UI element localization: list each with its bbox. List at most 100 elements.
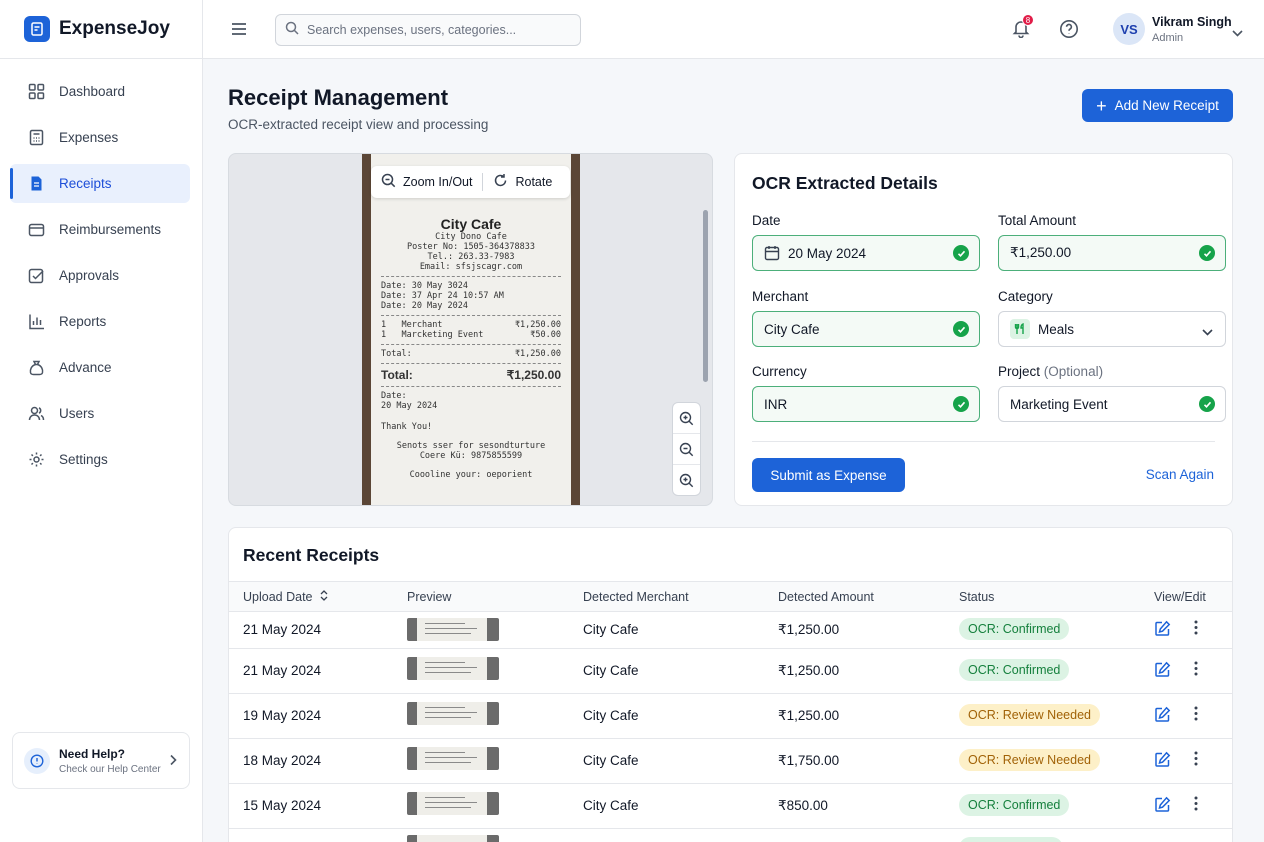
table-row[interactable]: 15 May 2024 City Cafe ₹850.00 OCR: Confirme… — [229, 784, 1232, 829]
total-amount-value: ₹1,250.00 — [1010, 245, 1072, 260]
receipt-date-line: Date: 30 May 3024 — [371, 281, 571, 291]
receipt-thumbnail[interactable] — [407, 657, 499, 680]
add-new-receipt-button[interactable]: + Add New Receipt — [1082, 89, 1233, 122]
receipt-thumbnail[interactable] — [407, 835, 499, 842]
receipt-thumbnail[interactable] — [407, 618, 499, 641]
edit-icon[interactable] — [1154, 620, 1171, 640]
avatar[interactable]: VS — [1113, 13, 1145, 45]
scan-again-link[interactable]: Scan Again — [1146, 467, 1214, 482]
table-row[interactable]: 21 May 2024 City Cafe ₹1,250.00 OCR: Confir… — [229, 649, 1232, 694]
document-icon — [27, 175, 45, 193]
rotate-button[interactable]: Rotate — [483, 173, 562, 191]
date-field[interactable]: 20 May 2024 — [752, 235, 980, 271]
thumbnail-line — [425, 712, 477, 713]
sidebar-item-label: Expenses — [59, 130, 119, 145]
chevron-down-icon — [1202, 324, 1213, 339]
column-upload-date-label: Upload Date — [243, 590, 313, 604]
total-amount-field[interactable]: ₹1,250.00 — [998, 235, 1226, 271]
hamburger-menu-icon[interactable] — [230, 20, 248, 38]
status-badge-partial — [959, 837, 1063, 842]
column-view-edit: View/Edit — [1154, 590, 1206, 604]
recent-receipts-panel: Recent Receipts Upload Date Preview Dete… — [228, 527, 1233, 842]
recent-receipts-title: Recent Receipts — [243, 545, 380, 565]
thumbnail-line — [425, 807, 471, 808]
row-upload-date: 15 May 2024 — [243, 798, 322, 813]
search-input[interactable] — [307, 23, 567, 37]
sidebar-item-dashboard[interactable]: Dashboard — [10, 72, 190, 111]
receipt-date-text: Date: 20 May 2024 — [381, 301, 468, 311]
status-badge: OCR: Confirmed — [959, 659, 1070, 681]
thumbnail-paper — [417, 618, 487, 641]
more-vertical-icon[interactable] — [1194, 796, 1198, 814]
user-name[interactable]: Vikram Singh — [1152, 15, 1232, 29]
ocr-divider — [752, 441, 1215, 442]
more-vertical-icon[interactable] — [1194, 661, 1198, 679]
project-field[interactable]: Marketing Event — [998, 386, 1226, 422]
zoom-in-icon[interactable] — [673, 403, 700, 434]
help-question-icon[interactable] — [1059, 19, 1079, 39]
receipt-header-line: Email: sfsjscagr.com — [419, 262, 523, 272]
column-status: Status — [959, 590, 995, 604]
row-upload-date: 21 May 2024 — [243, 663, 322, 678]
receipt-header-line: Poster No: 1505-364378833 — [407, 242, 535, 252]
grid-icon — [27, 83, 45, 101]
more-vertical-icon[interactable] — [1194, 620, 1198, 638]
table-row[interactable]: 19 May 2024 City Cafe ₹1,250.00 OCR: Review… — [229, 694, 1232, 739]
receipt-divider — [381, 363, 561, 364]
ocr-details-panel: OCR Extracted Details Date 20 May 2024 T… — [734, 153, 1233, 506]
status-badge: OCR: Confirmed — [959, 794, 1070, 816]
table-row[interactable]: 18 May 2024 City Cafe ₹1,750.00 OCR: Review… — [229, 739, 1232, 784]
edit-icon[interactable] — [1154, 751, 1171, 771]
thumbnail-line — [425, 802, 477, 803]
zoom-in-out-button[interactable]: Zoom In/Out — [371, 173, 482, 191]
row-amount: ₹1,250.00 — [778, 708, 840, 723]
viewer-scrollbar[interactable] — [703, 210, 708, 382]
receipt-thumbnail[interactable] — [407, 792, 499, 815]
category-select[interactable]: Meals — [998, 311, 1226, 347]
sidebar: ExpenseJoy Dashboard Expenses Receipts R… — [0, 0, 203, 842]
sidebar-item-expenses[interactable]: Expenses — [10, 118, 190, 157]
zoom-out-icon[interactable] — [673, 434, 700, 465]
table-row[interactable]: 21 May 2024 City Cafe ₹1,250.00 OCR: Confir… — [229, 612, 1232, 649]
sidebar-item-reimbursements[interactable]: Reimbursements — [10, 210, 190, 249]
checkbox-icon — [27, 267, 45, 285]
more-vertical-icon[interactable] — [1194, 751, 1198, 769]
table-row-partial[interactable] — [229, 829, 1232, 842]
sidebar-item-approvals[interactable]: Approvals — [10, 256, 190, 295]
receipt-date-text: Date: 30 May 3024 — [381, 281, 468, 291]
sidebar-item-settings[interactable]: Settings — [10, 440, 190, 479]
zoom-fit-icon[interactable] — [673, 465, 700, 496]
currency-field[interactable]: INR — [752, 386, 980, 422]
help-card[interactable]: Need Help? Check our Help Center — [12, 732, 190, 789]
column-detected-amount: Detected Amount — [778, 590, 874, 604]
receipt-thumbnail[interactable] — [407, 747, 499, 770]
receipt-date-line: Date: 20 May 2024 — [371, 301, 571, 311]
receipt-subtotal-value: ₹1,250.00 — [514, 349, 561, 359]
sidebar-item-label: Users — [59, 406, 95, 421]
chevron-down-icon[interactable] — [1232, 24, 1243, 42]
sidebar-item-receipts[interactable]: Receipts — [10, 164, 190, 203]
currency-value: INR — [764, 396, 788, 412]
brand[interactable]: ExpenseJoy — [0, 0, 202, 59]
notification-bell-icon[interactable]: 8 — [1011, 14, 1034, 40]
edit-icon[interactable] — [1154, 661, 1171, 681]
sidebar-item-advance[interactable]: Advance — [10, 348, 190, 387]
user-role: Admin — [1152, 32, 1184, 44]
thumbnail-line — [425, 662, 465, 663]
more-vertical-icon[interactable] — [1194, 706, 1198, 724]
merchant-label: Merchant — [752, 289, 809, 304]
sidebar-item-users[interactable]: Users — [10, 394, 190, 433]
receipt-footer-line: Coere Kü: 9875855599 — [419, 451, 523, 461]
receipt-item: 1 Marcketing Event ₹50.00 — [371, 330, 571, 340]
users-icon — [27, 405, 45, 423]
submit-as-expense-button[interactable]: Submit as Expense — [752, 458, 905, 492]
column-upload-date[interactable]: Upload Date — [243, 590, 328, 604]
sidebar-item-reports[interactable]: Reports — [10, 302, 190, 341]
notification-badge: 8 — [1022, 14, 1034, 26]
receipt-thumbnail[interactable] — [407, 702, 499, 725]
merchant-field[interactable]: City Cafe — [752, 311, 980, 347]
receipt-item-amount: ₹1,250.00 — [514, 320, 561, 330]
receipt-item-qty: 1 — [381, 320, 387, 330]
edit-icon[interactable] — [1154, 796, 1171, 816]
edit-icon[interactable] — [1154, 706, 1171, 726]
